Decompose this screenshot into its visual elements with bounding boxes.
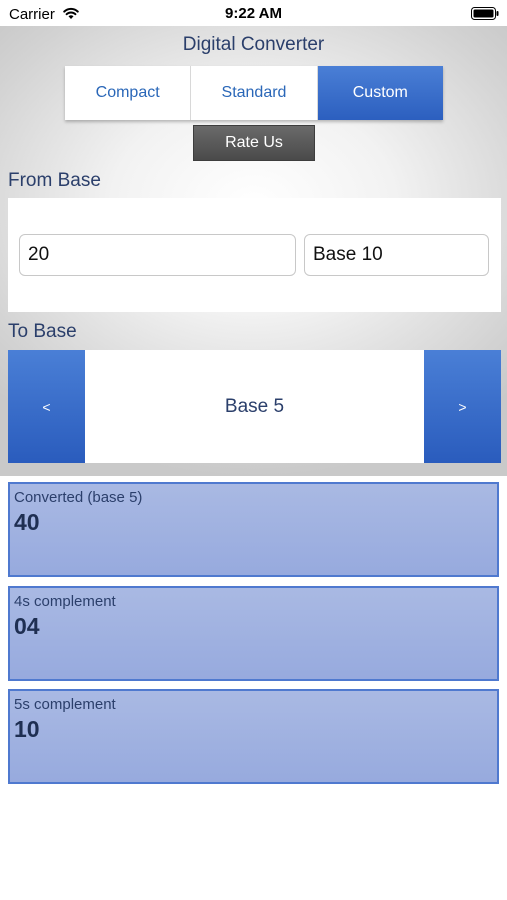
- result-label: 4s complement: [14, 593, 116, 610]
- converted-result-card: Converted (base 5) 40: [8, 482, 499, 577]
- to-base-selector: < Base 5 >: [8, 350, 501, 463]
- fives-complement-card: 5s complement 10: [8, 689, 499, 784]
- page-title: Digital Converter: [182, 34, 325, 55]
- number-input[interactable]: 20: [19, 234, 296, 276]
- battery-icon: [471, 7, 499, 20]
- to-base-label: To Base: [8, 321, 77, 342]
- next-base-button[interactable]: >: [424, 350, 501, 463]
- tab-standard[interactable]: Standard: [191, 66, 318, 120]
- mode-segmented-control: Compact Standard Custom: [65, 66, 443, 120]
- rate-us-button[interactable]: Rate Us: [193, 125, 315, 161]
- status-bar: Carrier 9:22 AM: [0, 0, 507, 26]
- result-label: 5s complement: [14, 696, 116, 713]
- clock: 9:22 AM: [225, 5, 282, 22]
- tab-custom[interactable]: Custom: [317, 66, 443, 120]
- fours-complement-card: 4s complement 04: [8, 586, 499, 681]
- tab-compact[interactable]: Compact: [65, 66, 192, 120]
- from-base-selector[interactable]: Base 10: [304, 234, 489, 276]
- result-value: 10: [14, 716, 40, 742]
- result-value: 40: [14, 509, 40, 535]
- from-base-card: 20 Base 10: [8, 198, 501, 312]
- result-label: Converted (base 5): [14, 489, 143, 506]
- previous-base-button[interactable]: <: [8, 350, 85, 463]
- to-base-value: Base 5: [224, 395, 285, 417]
- from-base-label: From Base: [8, 170, 101, 191]
- result-value: 04: [14, 613, 40, 639]
- converter-panel: Digital Converter Compact Standard Custo…: [0, 26, 507, 476]
